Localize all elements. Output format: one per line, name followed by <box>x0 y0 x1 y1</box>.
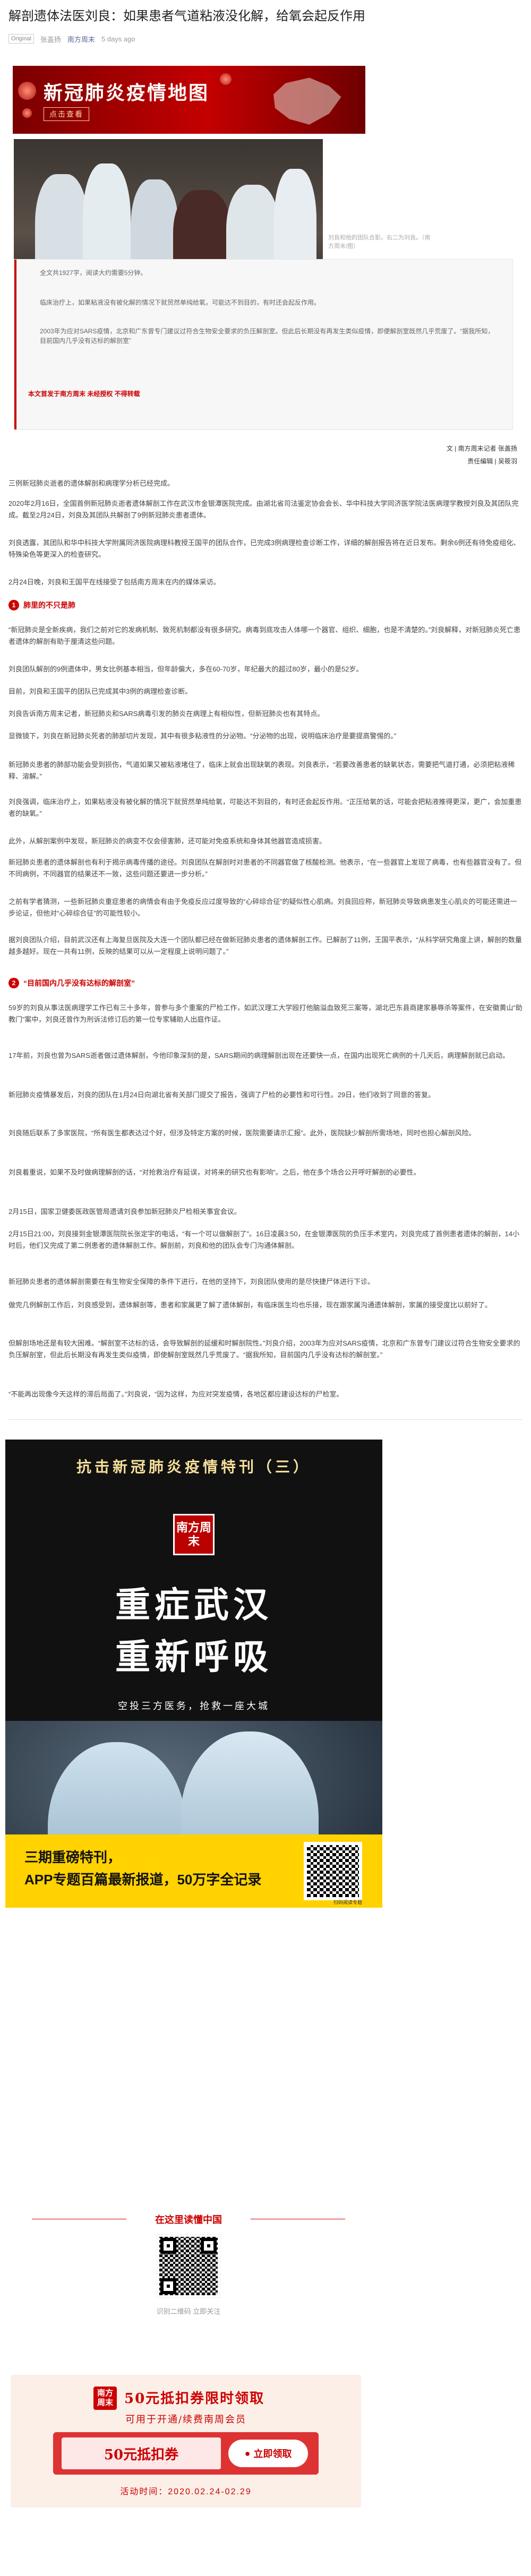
paragraph: 新冠肺炎患者的遗体解剖需要在有生物安全保障的条件下进行，在他的坚持下，刘良团队使… <box>8 1278 375 1286</box>
section-number: 1 <box>8 600 19 610</box>
poster-subtitle: 空投三方医务，抢救一座大城 <box>118 1701 270 1711</box>
poster-headline-1: 重症武汉 <box>115 1585 272 1624</box>
paragraph: “新冠肺炎是全新疾病，我们之前对它的发病机制、致死机制都没有很多研究。病毒到底攻… <box>8 626 521 645</box>
section-title: 肺里的不只是肺 <box>23 601 75 609</box>
virus-icon <box>18 82 36 100</box>
paragraph: 新冠肺炎患者的肺部功能会受到损伤，气道如果又被粘液堵住了，临床上就会出现缺氧的表… <box>8 761 515 780</box>
paragraph: 2月24日晚，刘良和王国平在线接受了包括南方周末在内的媒体采访。 <box>8 578 220 586</box>
virus-icon <box>22 108 32 118</box>
coupon-time: 活动时间：2020.02.24-02.29 <box>120 2487 252 2496</box>
publish-time: 5 days ago <box>101 35 135 43</box>
account-link[interactable]: 南方周末 <box>67 34 95 44</box>
paragraph: 新冠肺炎患者的遗体解剖也有利于揭示病毒传播的途径。刘良团队在解剖时对患者的不同器… <box>8 858 522 878</box>
claim-button-label: 立即领取 <box>253 2449 292 2459</box>
paragraph: 2月15日21:00，刘良接到金银潭医院院长张定宇的电话，“有一个可以做解剖了”… <box>8 1230 520 1250</box>
paragraph: 17年前，刘良也曾为SARS逝者做过遗体解剖，今他印象深刻的是，SARS期间的病… <box>8 1052 510 1059</box>
article-meta: Original 张盖扬 南方周末 5 days ago <box>8 32 135 46</box>
intro-summary-2: 2003年为应对SARS疫情，北京和广东曾专门建议过符合生物安全要求的负压解剖室… <box>40 328 494 344</box>
paragraph: 但解剖场地还是有较大困难。“解剖室不达标的话，会导致解剖的延缓和时解剖院性。”刘… <box>8 1339 520 1359</box>
article-title: 解剖遗体法医刘良：如果患者气道粘液没化解，给氧会起反作用 <box>8 9 365 23</box>
poster-promo-line-2: APP专题百篇最新报道，50万字全记录 <box>24 1872 262 1888</box>
section-heading-1: 1 肺里的不只是肺 <box>8 600 75 610</box>
paragraph: 刘良告诉南方周末记者，新冠肺炎和SARS病毒引发的肺炎在病理上有相似性，但新冠肺… <box>8 710 324 718</box>
paragraph: 刘良随后联系了多家医院，“所有医生都表达过个好，但涉及特定方案的时候，医院需要请… <box>8 1129 476 1137</box>
paragraph: 据刘良团队介绍，目前武汉还有上海复旦医院及大连一个团队都已经在做新冠肺炎患者的遗… <box>8 936 522 955</box>
divider <box>8 1419 523 1420</box>
byline-editor: 责任编辑 | 吴筱羽 <box>467 458 517 465</box>
paragraph: 刘良透露，其团队和华中科技大学附属同济医院病理科教授王国平的团队合作，已完成3例… <box>8 539 520 558</box>
cart-icon: ● <box>244 2448 251 2459</box>
paragraph: “不能再出现像今天这样的滞后局面了。”刘良说，“因为这样，为应对突发疫情，各地区… <box>8 1390 344 1398</box>
intro-box: 全文共1927字，阅读大约需要5分钟。 临床治疗上，如果粘液没有被化解的情况下就… <box>14 259 513 430</box>
paragraph: 三例新冠肺炎逝者的遗体解剖和病理学分析已经完成。 <box>8 479 175 487</box>
special-issue-poster[interactable]: 抗击新冠肺炎疫情特刊（三） 南方周末 重症武汉 重新呼吸 空投三方医务，抢救一座… <box>5 1440 382 1908</box>
original-tag: Original <box>8 34 34 44</box>
southern-weekly-logo: 南方周末 <box>93 2387 117 2410</box>
follow-qr-code[interactable] <box>157 2234 220 2298</box>
paragraph: 此外，从解剖案例中发现，新冠肺炎的病变不仅会侵害肺，还可能对免疫系统和身体其他器… <box>8 837 327 845</box>
intro-read-time: 全文共1927字，阅读大约需要5分钟。 <box>40 269 147 277</box>
section-number: 2 <box>8 978 19 988</box>
poster-qr-code[interactable] <box>304 1842 362 1900</box>
epidemic-map-banner[interactable]: 新冠肺炎疫情地图 点击查看 <box>13 66 365 134</box>
paragraph: 显微镜下，刘良在新冠肺炎死者的肺部切片发现，其中有很多粘液性的分泌物。“分泌物的… <box>8 732 397 740</box>
virus-icon <box>220 73 232 85</box>
paragraph: 刘良强调，临床治疗上，如果粘液没有被化解的情况下就贸然单纯给氧，可能达不到目的，… <box>8 798 522 817</box>
follow-hint: 识别二维码 立即关注 <box>156 2307 221 2315</box>
china-map-icon <box>273 77 341 125</box>
paragraph: 刘良团队解剖的9例遗体中，男女比例基本相当，但年龄偏大，多在60-70岁，年纪最… <box>8 665 363 673</box>
claim-button[interactable]: ● 立即领取 <box>228 2440 308 2467</box>
follow-title: 在这里读懂中国 <box>155 2215 222 2225</box>
paragraph: 刘良着重说，如果不及时做病理解剖的话，“对抢救治疗有延误，对将来的研究也有影响”… <box>8 1168 421 1176</box>
author-name: 张盖扬 <box>40 35 61 44</box>
poster-qr-caption: 扫码阅读专题 <box>333 1900 362 1905</box>
paragraph: 2月15日，国家卫健委医政医管局遗请刘良参加新冠肺炎尸检相关事宜会议。 <box>8 1208 241 1216</box>
paragraph: 59岁的刘良从事法医病理学工作已有三十多年，曾参与多个重案的尸检工作，如武汉理工… <box>8 1004 523 1023</box>
photo-caption: 刘良和他的团队合影。右二为刘良。（南方周末/图） <box>328 235 431 249</box>
coupon-subtitle: 可用于开通/续费南周会员 <box>125 2414 247 2425</box>
section-heading-2: 2 “目前国内几乎没有达标的解剖室” <box>8 978 135 988</box>
intro-accent-bar <box>14 260 16 429</box>
poster-headline-2: 重新呼吸 <box>115 1637 272 1676</box>
coupon-title: 50元抵扣券限时领取 <box>124 2391 265 2407</box>
poster-promo-line-1: 三期重磅特刊， <box>24 1849 122 1865</box>
coupon-ticket: 50元抵扣券 <box>62 2437 221 2469</box>
coupon-banner[interactable]: 南方周末 50元抵扣券限时领取 可用于开通/续费南周会员 50元抵扣券 ● 立即… <box>11 2375 361 2508</box>
paragraph: 目前，刘良和王国平的团队已完成其中3例的病理检查诊断。 <box>8 687 192 695</box>
byline-author: 文 | 南方周末记者 张盖扬 <box>446 445 517 452</box>
paragraph: 之前有学者猜测，一些新冠肺炎重症患者的病情会有由于免疫反应过度导致的“心碎综合征… <box>8 898 517 917</box>
banner-subtitle: 点击查看 <box>44 107 89 121</box>
section-title: “目前国内几乎没有达标的解剖室” <box>23 979 135 987</box>
paragraph: 新冠肺炎疫情暴发后，刘良的团队在1月24日向湖北省有关部门提交了报告，强调了尸检… <box>8 1091 435 1099</box>
banner-title: 新冠肺炎疫情地图 <box>44 82 210 104</box>
intro-summary-1: 临床治疗上，如果粘液没有被化解的情况下就贸然单纯给氧，可能达不到目的，有时还会起… <box>40 299 321 306</box>
paragraph: 做完几例解剖工作后，刘良感受到，遗体解剖等，患者和家属更了解了遗体解剖，有临床医… <box>8 1301 492 1309</box>
paragraph: 2020年2月16日，全国首例新冠肺炎逝者遗体解剖工作在武汉市金银潭医院完成。由… <box>8 499 519 519</box>
article-page: 解剖遗体法医刘良：如果患者气道粘液没化解，给氧会起反作用 Original 张盖… <box>0 0 531 2576</box>
copyright-notice: 本文首发于南方周末 未经授权 不得转载 <box>28 390 140 398</box>
southern-weekly-seal: 南方周末 <box>173 1514 215 1555</box>
poster-band-title: 抗击新冠肺炎疫情特刊（三） <box>76 1459 311 1475</box>
